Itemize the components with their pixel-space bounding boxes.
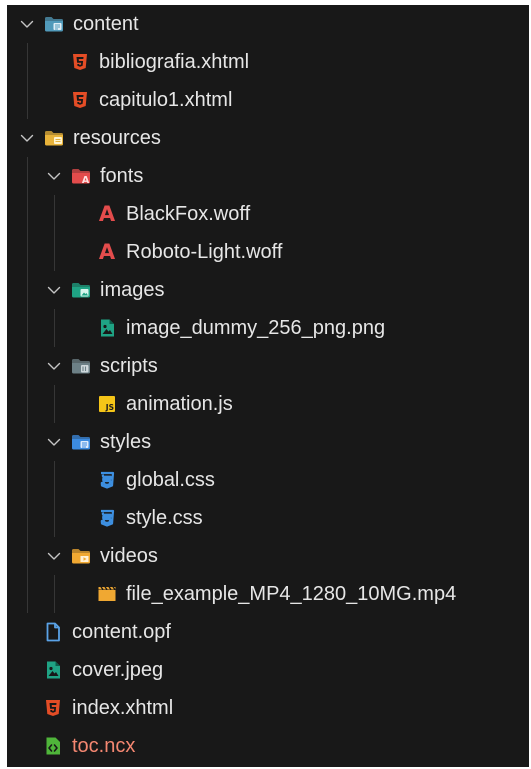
tree-folder-resources[interactable]: resources	[7, 119, 529, 157]
tree-item-label: style.css	[126, 507, 203, 529]
folder-images-icon	[71, 280, 91, 300]
html5-icon	[70, 90, 90, 110]
tree-folder-videos[interactable]: videos	[7, 537, 529, 575]
tree-file-row[interactable]: A BlackFox.woff	[7, 195, 529, 233]
tree-file-row[interactable]: style.css	[7, 499, 529, 537]
css3-icon	[97, 470, 117, 490]
indent-guide	[27, 499, 28, 537]
tree-file-row[interactable]: bibliografia.xhtml	[7, 43, 529, 81]
indent-guide	[27, 195, 28, 233]
tree-item-label: Roboto-Light.woff	[126, 241, 283, 263]
chevron-down-icon[interactable]	[17, 119, 37, 157]
tree-file-row[interactable]: content.opf	[7, 613, 529, 651]
chevron-down-icon[interactable]	[44, 423, 64, 461]
indent-guide	[54, 499, 55, 537]
image-file-icon	[43, 660, 63, 680]
tree-item-label: index.xhtml	[72, 697, 174, 719]
document-icon	[43, 622, 63, 642]
tree-item-label: resources	[73, 127, 161, 149]
html5-icon	[43, 698, 63, 718]
tree-item-label: toc.ncx	[72, 735, 136, 757]
indent-guide	[27, 43, 28, 81]
indent-guide	[54, 385, 55, 423]
tree-item-label: bibliografia.xhtml	[99, 51, 250, 73]
chevron-down-icon[interactable]	[44, 347, 64, 385]
tree-item-label: global.css	[126, 469, 215, 491]
ncx-file-icon	[43, 736, 63, 756]
tree-item-label: capitulo1.xhtml	[99, 89, 233, 111]
tree-folder-scripts[interactable]: scripts	[7, 347, 529, 385]
tree-item-label: content.opf	[72, 621, 171, 643]
svg-text:JS: JS	[105, 403, 114, 412]
indent-guide	[27, 461, 28, 499]
javascript-icon: JS	[97, 394, 117, 414]
tree-file-row[interactable]: index.xhtml	[7, 689, 529, 727]
tree-item-label: file_example_MP4_1280_10MG.mp4	[126, 583, 457, 605]
tree-item-label: image_dummy_256_png.png	[126, 317, 386, 339]
tree-item-label: animation.js	[126, 393, 233, 415]
tree-item-label: videos	[100, 545, 158, 567]
chevron-down-icon[interactable]	[44, 271, 64, 309]
indent-guide	[27, 537, 28, 575]
file-explorer-tree: content bibliografia.xhtml capitulo1.xhtml…	[7, 5, 529, 767]
video-file-icon	[97, 584, 117, 604]
indent-guide	[27, 347, 28, 385]
indent-guide	[54, 195, 55, 233]
folder-styles-icon	[71, 432, 91, 452]
tree-file-row[interactable]: toc.ncx	[7, 727, 529, 765]
image-file-icon	[97, 318, 117, 338]
tree-file-row[interactable]: image_dummy_256_png.png	[7, 309, 529, 347]
tree-file-row[interactable]: global.css	[7, 461, 529, 499]
tree-file-row[interactable]: JS animation.js	[7, 385, 529, 423]
indent-guide	[27, 81, 28, 119]
tree-item-label: BlackFox.woff	[126, 203, 251, 225]
tree-item-label: content	[73, 13, 139, 35]
tree-file-row[interactable]: file_example_MP4_1280_10MG.mp4	[7, 575, 529, 613]
font-icon: A	[98, 202, 116, 226]
tree-folder-images[interactable]: images	[7, 271, 529, 309]
tree-item-label: images	[100, 279, 165, 301]
folder-resources-icon	[44, 128, 64, 148]
indent-guide	[54, 233, 55, 271]
tree-file-row[interactable]: cover.jpeg	[7, 651, 529, 689]
tree-folder-fonts[interactable]: Afonts	[7, 157, 529, 195]
tree-file-row[interactable]: capitulo1.xhtml	[7, 81, 529, 119]
indent-guide	[27, 309, 28, 347]
indent-guide	[54, 461, 55, 499]
folder-videos-icon	[71, 546, 91, 566]
tree-item-label: fonts	[100, 165, 144, 187]
tree-item-label: scripts	[100, 355, 158, 377]
chevron-down-icon[interactable]	[44, 157, 64, 195]
svg-text:A: A	[82, 175, 90, 186]
chevron-down-icon[interactable]	[17, 5, 37, 43]
indent-guide	[27, 423, 28, 461]
tree-folder-styles[interactable]: styles	[7, 423, 529, 461]
html5-icon	[70, 52, 90, 72]
chevron-down-icon[interactable]	[44, 537, 64, 575]
tree-item-label: cover.jpeg	[72, 659, 164, 681]
tree-folder-content[interactable]: content	[7, 5, 529, 43]
folder-content-icon	[44, 14, 64, 34]
folder-scripts-icon	[71, 356, 91, 376]
tree-item-label: styles	[100, 431, 152, 453]
indent-guide	[27, 157, 28, 195]
indent-guide	[27, 233, 28, 271]
css3-icon	[97, 508, 117, 528]
indent-guide	[54, 575, 55, 613]
indent-guide	[27, 271, 28, 309]
indent-guide	[27, 385, 28, 423]
tree-file-row[interactable]: A Roboto-Light.woff	[7, 233, 529, 271]
font-icon: A	[98, 240, 116, 264]
indent-guide	[27, 575, 28, 613]
folder-fonts-icon: A	[71, 166, 91, 186]
indent-guide	[54, 309, 55, 347]
